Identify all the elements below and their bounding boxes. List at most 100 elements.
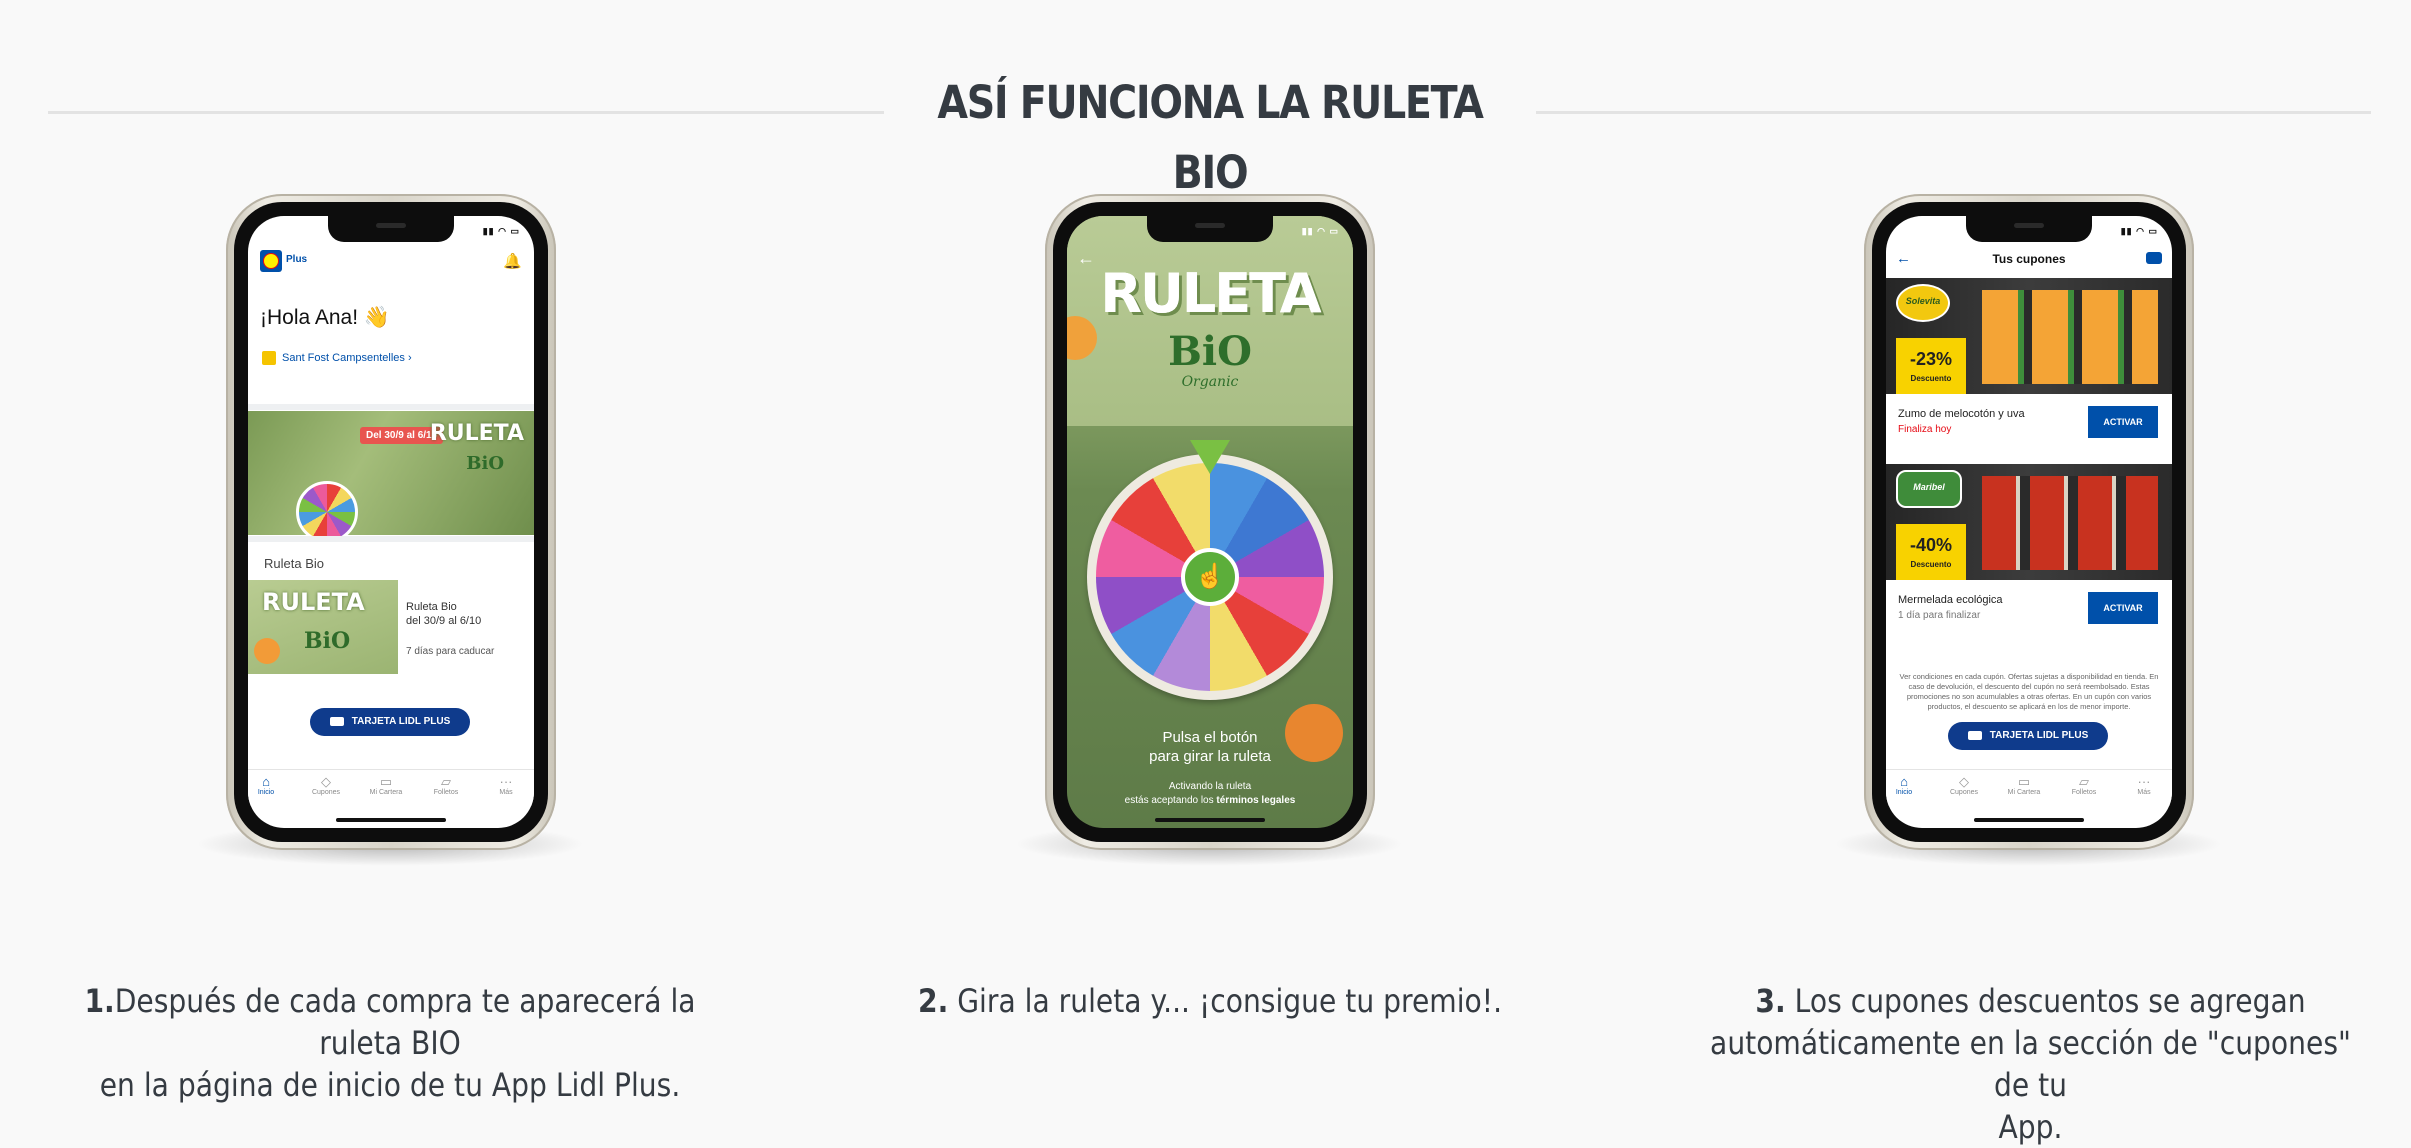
product-photo	[1982, 290, 2158, 384]
store-selector[interactable]: Sant Fost Campsentelles ›	[262, 351, 412, 365]
tab-bar: ⌂ Inicio ◇ Cupones ▭ Mi Cartera ▱ Folletos ·…	[248, 769, 534, 806]
card-bio-logo: BiO	[304, 628, 351, 654]
lidl-plus-card-label: TARJETA LIDL PLUS	[1989, 730, 2089, 741]
coupon-icon: ◇	[321, 774, 331, 789]
heading-row: ASÍ FUNCIONA LA RULETA BIO	[0, 68, 2411, 199]
tab-cupones[interactable]: ◇ Cupones	[1939, 774, 1989, 796]
status-bar-icons: ▮▮ ◠ ▭	[2120, 226, 2158, 236]
tab-inicio[interactable]: ⌂ Inicio	[1886, 774, 1929, 796]
step-text: Gira la ruleta y... ¡consigue tu premio!…	[948, 982, 1503, 1020]
tab-folletos[interactable]: ▱ Folletos	[421, 774, 471, 796]
coupon-image: Maribel -40% Descuento	[1886, 464, 2172, 580]
status-bar-icons: ▮▮ ◠ ▭	[1301, 226, 1339, 236]
brand-logo: Maribel	[1896, 470, 1962, 508]
tab-inicio[interactable]: ⌂ Inicio	[248, 774, 291, 796]
discount-label: Descuento	[1910, 560, 1952, 569]
heading-divider-right	[1536, 111, 2371, 114]
tab-label: Cupones	[311, 789, 341, 796]
coupon-row: Mermelada ecológica 1 día para finalizar…	[1886, 580, 2172, 640]
step-2-caption: 2. Gira la ruleta y... ¡consigue tu prem…	[876, 980, 1545, 1022]
home-screen: ▮▮ ◠ ▭ Plus 🔔 ¡Hola Ana! 👋 Sant Fost Cam…	[248, 216, 534, 828]
phone-home: ▮▮ ◠ ▭ Plus 🔔 ¡Hola Ana! 👋 Sant Fost Cam…	[226, 194, 556, 850]
activate-button[interactable]: ACTIVAR	[2088, 406, 2158, 438]
ruleta-card-image[interactable]: RULETA BiO	[248, 580, 398, 674]
wallet-icon: ▭	[379, 774, 393, 789]
promo-banner[interactable]: Del 30/9 al 6/10 RULETA BiO	[248, 411, 534, 543]
home-icon: ⌂	[1900, 774, 1908, 789]
wheel-image	[296, 481, 358, 543]
tab-label: Más	[499, 789, 513, 796]
more-icon: ···	[499, 774, 513, 789]
terms-line: estás aceptando los términos legales	[1067, 794, 1353, 808]
step-1-line: en la página de inicio de tu App Lidl Pl…	[99, 1066, 681, 1104]
tab-label: Más	[2137, 789, 2151, 796]
page-title: ASÍ FUNCIONA LA RULETA BIO	[937, 76, 1484, 199]
leaflet-icon: ▱	[441, 774, 451, 789]
wheel-pointer-icon	[1190, 440, 1230, 474]
step-1-caption: 1.Después de cada compra te aparecerá la…	[47, 980, 733, 1106]
tab-mas[interactable]: ··· Más	[2119, 774, 2169, 796]
coupon-icon: ◇	[1959, 774, 1969, 789]
step-3-line: 3. Los cupones descuentos se agregan	[1696, 980, 2366, 1022]
tab-bar: ⌂ Inicio ◇ Cupones ▭ Mi Cartera ▱ Folletos ·…	[1886, 769, 2172, 806]
tab-label: Mi Cartera	[2007, 789, 2041, 796]
lidl-plus-card-button[interactable]: TARJETA LIDL PLUS	[310, 708, 470, 736]
spin-button[interactable]: ☝	[1181, 548, 1239, 606]
chevron-right-icon: ›	[407, 351, 412, 364]
coupon-row: Zumo de melocotón y uva Finaliza hoy ACT…	[1886, 394, 2172, 454]
discount-label: Descuento	[1910, 374, 1952, 383]
coupons-screen: ▮▮ ◠ ▭ ← Tus cupones Solevita -23% Descue…	[1886, 216, 2172, 828]
lidl-plus-card-button[interactable]: TARJETA LIDL PLUS	[1948, 722, 2108, 750]
tab-mas[interactable]: ··· Más	[481, 774, 531, 796]
step-text: Después de cada compra te aparecerá la r…	[114, 982, 696, 1062]
lidl-logo	[260, 250, 282, 272]
spin-instruction: Pulsa el botón para girar la ruleta	[1067, 728, 1353, 766]
banner-bio-logo: BiO	[466, 453, 504, 474]
lidl-plus-card-label: TARJETA LIDL PLUS	[351, 716, 451, 727]
coupon-image: Solevita -23% Descuento	[1886, 278, 2172, 394]
banner-ruleta-logo: RULETA	[429, 421, 524, 446]
card-ruleta-logo: RULETA	[262, 588, 365, 616]
home-indicator	[336, 818, 446, 822]
step-3-line: App.	[1998, 1108, 2063, 1146]
more-icon: ···	[2137, 774, 2151, 789]
step-2-line: 2. Gira la ruleta y... ¡consigue tu prem…	[876, 980, 1545, 1022]
tab-label: Inicio	[1895, 789, 1913, 796]
card-dates: del 30/9 al 6/10	[406, 615, 482, 627]
coupon-name: Zumo de melocotón y uva	[1898, 408, 2025, 420]
bell-icon[interactable]: 🔔	[503, 252, 522, 270]
terms-link[interactable]: términos legales	[1216, 795, 1295, 806]
terms-prefix: estás aceptando los	[1124, 795, 1217, 806]
coupon-expiry: Finaliza hoy	[1898, 424, 1952, 435]
section-title: Ruleta Bio	[264, 556, 324, 571]
heading-divider-left	[48, 111, 884, 114]
activate-button[interactable]: ACTIVAR	[2088, 592, 2158, 624]
ruleta-logo: RULETA	[1100, 262, 1321, 325]
step-number: 2.	[917, 982, 949, 1020]
tab-mi-cartera[interactable]: ▭ Mi Cartera	[361, 774, 411, 796]
coupon-name: Mermelada ecológica	[1898, 594, 2003, 606]
tab-mi-cartera[interactable]: ▭ Mi Cartera	[1999, 774, 2049, 796]
instruction-line: Pulsa el botón	[1162, 729, 1258, 746]
phone-coupons: ▮▮ ◠ ▭ ← Tus cupones Solevita -23% Descue…	[1864, 194, 2194, 850]
hand-pointer-icon: ☝	[1195, 563, 1225, 590]
tab-folletos[interactable]: ▱ Folletos	[2059, 774, 2109, 796]
tab-cupones[interactable]: ◇ Cupones	[301, 774, 351, 796]
terms-notice: Activando la ruleta estás aceptando los t…	[1067, 780, 1353, 808]
phone-ruleta: ▮▮ ◠ ▭ ← RULETA BiO Organic ☝ Pulsa el b…	[1045, 194, 1375, 850]
leaflet-icon: ▱	[2079, 774, 2089, 789]
camera-icon[interactable]	[2146, 252, 2162, 264]
wallet-icon: ▭	[2017, 774, 2031, 789]
legal-text: Ver condiciones en cada cupón. Ofertas s…	[1899, 672, 2159, 711]
orange-image	[254, 638, 280, 664]
card-icon	[1967, 730, 1982, 740]
ruleta-screen: ▮▮ ◠ ▭ ← RULETA BiO Organic ☝ Pulsa el b…	[1067, 216, 1353, 828]
coupon-expiry: 1 día para finalizar	[1898, 610, 1981, 621]
organic-logo: Organic	[1181, 374, 1239, 390]
tab-label: Inicio	[257, 789, 275, 796]
step-number: 3.	[1755, 982, 1786, 1020]
brand-logo: Solevita	[1896, 284, 1950, 322]
home-icon: ⌂	[262, 774, 270, 789]
app-name: Plus	[286, 254, 308, 265]
app-header: Plus 🔔	[260, 250, 522, 272]
